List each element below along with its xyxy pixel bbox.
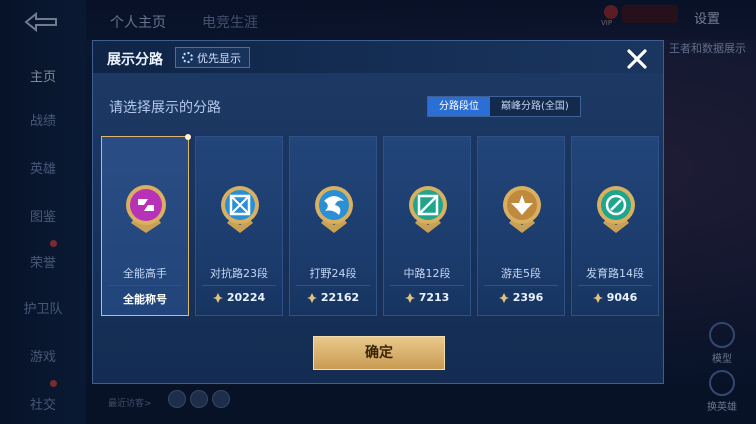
gear-icon — [182, 52, 193, 63]
toggle-peak-lane[interactable]: 巅峰分路(全国) — [490, 97, 580, 116]
lane-divider — [390, 285, 464, 286]
lane-display-modal: 展示分路 优先显示 请选择展示的分路 分路段位 巅峰分路(全国) 全能高手 全能… — [92, 40, 664, 384]
modal-subtitle: 请选择展示的分路 — [109, 100, 221, 116]
all-round-icon — [126, 185, 166, 233]
lane-score-value: 全能称号 — [123, 293, 167, 306]
confirm-button[interactable]: 确定 — [313, 336, 445, 370]
close-icon[interactable] — [625, 47, 649, 71]
lane-card-farm[interactable]: 发育路14段 9046 — [571, 136, 659, 316]
priority-display-label: 优先显示 — [197, 51, 241, 65]
score-icon — [306, 292, 317, 303]
lane-score-value: 22162 — [320, 291, 360, 304]
lane-card-clash[interactable]: 对抗路23段 20224 — [195, 136, 283, 316]
clash-lane-icon — [221, 186, 259, 233]
roam-icon — [503, 186, 541, 233]
score-icon — [212, 292, 223, 303]
lane-score: 7213 — [384, 291, 470, 304]
mid-lane-icon — [409, 186, 447, 233]
lane-name: 发育路14段 — [586, 267, 644, 280]
modal-title: 展示分路 — [107, 52, 163, 68]
lane-divider — [484, 285, 558, 286]
score-icon — [498, 292, 509, 303]
lane-score-value: 7213 — [418, 291, 450, 304]
score-icon — [404, 292, 415, 303]
lane-divider — [578, 285, 652, 286]
farm-lane-icon — [597, 186, 635, 233]
lane-name: 全能高手 — [123, 267, 167, 280]
lane-name: 对抗路23段 — [210, 267, 268, 280]
lane-score: 22162 — [290, 291, 376, 304]
lane-score-value: 9046 — [606, 291, 638, 304]
lane-divider — [296, 285, 370, 286]
lane-score-value: 20224 — [226, 291, 266, 304]
priority-display-button[interactable]: 优先显示 — [175, 47, 250, 68]
lane-name: 打野24段 — [309, 267, 357, 280]
jungle-icon — [315, 186, 353, 233]
lane-card-roam[interactable]: 游走5段 2396 — [477, 136, 565, 316]
selected-corner-marker — [185, 134, 191, 140]
lane-score-value: 2396 — [512, 291, 544, 304]
lane-name: 游走5段 — [501, 267, 541, 280]
lane-divider — [202, 285, 276, 286]
lane-card-mid[interactable]: 中路12段 7213 — [383, 136, 471, 316]
modal-header: 展示分路 优先显示 — [93, 41, 663, 73]
score-icon — [592, 292, 603, 303]
lane-score: 9046 — [572, 291, 658, 304]
lane-score: 2396 — [478, 291, 564, 304]
lane-name: 中路12段 — [403, 267, 451, 280]
toggle-lane-rank[interactable]: 分路段位 — [428, 97, 490, 116]
lane-card-jungle[interactable]: 打野24段 22162 — [289, 136, 377, 316]
lane-divider — [108, 285, 182, 286]
lane-list: 全能高手 全能称号 对抗路23段 20224 打野24段 22162 中路12段… — [101, 134, 659, 316]
lane-mode-toggle: 分路段位 巅峰分路(全国) — [427, 96, 581, 117]
lane-score: 全能称号 — [102, 291, 188, 307]
lane-card-all-round[interactable]: 全能高手 全能称号 — [101, 134, 191, 316]
lane-score: 20224 — [196, 291, 282, 304]
